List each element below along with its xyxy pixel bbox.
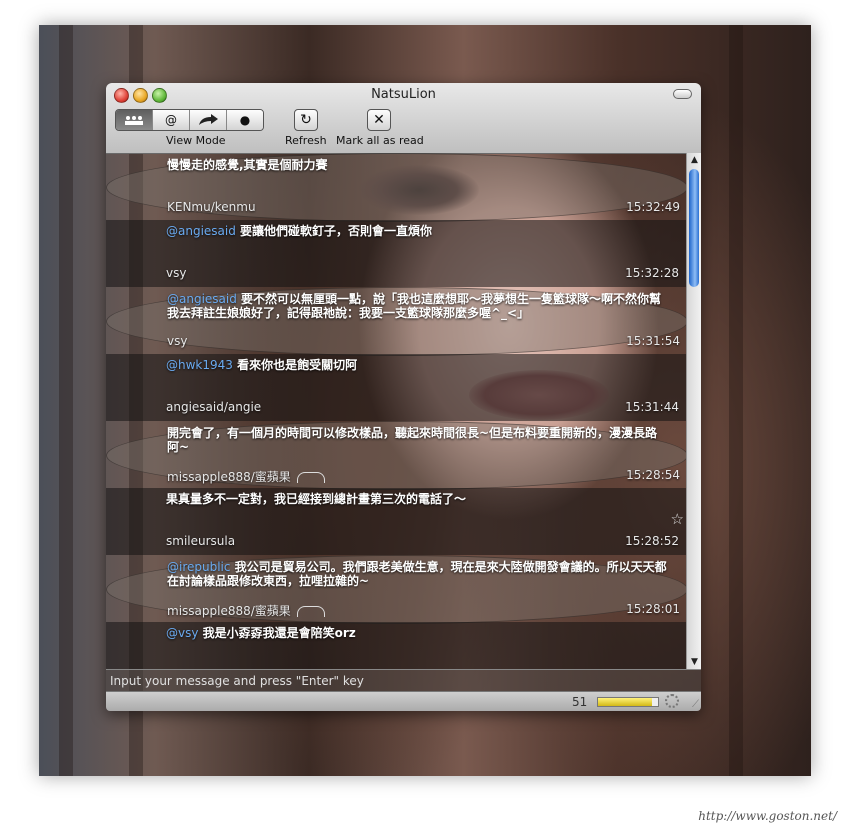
loading-spinner-icon (665, 694, 679, 708)
message-input[interactable] (108, 672, 697, 690)
refresh-button[interactable]: ↻ (294, 109, 318, 131)
mark-all-read-label: Mark all as read (336, 134, 424, 147)
status-bar: 51 ⟋ (106, 691, 701, 711)
mention-link[interactable]: @vsy (166, 626, 198, 640)
resize-grip-icon[interactable]: ⟋ (692, 699, 699, 710)
watermark: http://www.goston.net/ (698, 809, 837, 823)
list-item[interactable]: 開完會了，有一個月的時間可以修改樣品，聽起來時間很長~但是布料要重開新的，漫漫長… (106, 421, 686, 490)
timeline-list[interactable]: 慢慢走的感覺,其實是個耐力賽 KENmu/kenmu 15:32:49 @ang… (106, 153, 686, 669)
message-timestamp: 15:28:52 (625, 534, 679, 548)
list-item[interactable]: @irepublic 我公司是貿易公司。我們跟老美做生意，現在是來大陸做開發會議… (106, 555, 686, 624)
background-decoration (59, 25, 73, 776)
mention-link[interactable]: @angiesaid (166, 224, 236, 238)
message-timestamp: 15:31:54 (626, 334, 680, 348)
message-text: @irepublic 我公司是貿易公司。我們跟老美做生意，現在是來大陸做開發會議… (167, 560, 667, 588)
retweet-icon[interactable] (189, 110, 226, 130)
scroll-down-arrow-icon[interactable]: ▼ (687, 655, 701, 669)
scroll-up-arrow-icon[interactable]: ▲ (687, 153, 701, 167)
favorite-star-icon[interactable]: ☆ (671, 510, 684, 528)
message-username[interactable]: missapple888/蜜蘋果 (167, 468, 325, 485)
timeline-scrollbar[interactable]: ▲ ▼ (686, 153, 701, 669)
refresh-label: Refresh (285, 134, 327, 147)
message-body: 開完會了，有一個月的時間可以修改樣品，聽起來時間很長~但是布料要重開新的，漫漫長… (167, 426, 658, 454)
message-timestamp: 15:31:44 (625, 400, 679, 414)
message-body: 我是小孬孬我還是會陪笑orz (198, 626, 356, 640)
mention-link[interactable]: @hwk1943 (166, 358, 233, 372)
list-item[interactable]: @angiesaid 要讓他們碰軟釘子，否則會一直煩你 vsy 15:32:28 (106, 220, 686, 287)
window-titlebar: NatsuLion @ ● View Mode ↻ Refresh ✕ Mark… (106, 83, 701, 154)
message-body: 要讓他們碰軟釘子，否則會一直煩你 (235, 224, 433, 238)
toolbar-toggle-button[interactable] (673, 89, 692, 99)
avatar[interactable] (114, 162, 162, 210)
message-input-bar (106, 669, 701, 692)
avatar[interactable] (113, 228, 161, 276)
message-text: @angiesaid 要不然可以無厘頭一點，說「我也這麼想耶～我夢想生一隻籃球隊… (167, 292, 667, 320)
message-text: @angiesaid 要讓他們碰軟釘子，否則會一直煩你 (166, 224, 666, 238)
mark-read-icon: ✕ (373, 112, 385, 128)
at-icon[interactable]: @ (152, 110, 189, 130)
avatar[interactable] (114, 564, 162, 612)
friends-icon[interactable] (116, 110, 152, 130)
message-text: 慢慢走的感覺,其實是個耐力賽 (167, 158, 667, 172)
mark-all-read-button[interactable]: ✕ (367, 109, 391, 131)
refresh-icon: ↻ (300, 112, 312, 128)
avatar[interactable] (113, 496, 161, 544)
background-decoration (729, 25, 743, 776)
reply-bubble-icon (296, 606, 325, 617)
message-text: 開完會了，有一個月的時間可以修改樣品，聽起來時間很長~但是布料要重開新的，漫漫長… (167, 426, 667, 454)
message-username[interactable]: angiesaid/angie (166, 400, 261, 414)
character-meter-fill (598, 698, 652, 706)
window-title: NatsuLion (371, 87, 436, 102)
message-username[interactable]: smileursula (166, 534, 235, 548)
message-timestamp: 15:28:54 (626, 468, 680, 482)
message-username[interactable]: missapple888/蜜蘋果 (167, 602, 325, 619)
message-username[interactable]: vsy (167, 334, 187, 348)
message-username[interactable]: KENmu/kenmu (167, 200, 256, 214)
avatar[interactable] (113, 362, 161, 410)
message-timestamp: 15:28:01 (626, 602, 680, 616)
list-item[interactable]: @vsy 我是小孬孬我還是會陪笑orz (106, 622, 686, 669)
username-text: missapple888/蜜蘋果 (167, 470, 291, 484)
character-meter (597, 697, 659, 707)
scrollbar-thumb[interactable] (689, 169, 699, 287)
message-text: @vsy 我是小孬孬我還是會陪笑orz (166, 626, 666, 640)
message-body: 果真量多不一定對，我已經接到總計畫第三次的電話了～ (166, 492, 467, 506)
avatar[interactable] (114, 430, 162, 478)
list-item[interactable]: 慢慢走的感覺,其實是個耐力賽 KENmu/kenmu 15:32:49 (106, 153, 686, 222)
username-text: missapple888/蜜蘋果 (167, 604, 291, 618)
avatar[interactable] (114, 296, 162, 344)
message-body: 看來你也是飽受關切阿 (232, 358, 358, 372)
message-body: 我公司是貿易公司。我們跟老美做生意，現在是來大陸做開發會議的。所以天天都在討論樣… (167, 560, 667, 588)
message-body: 慢慢走的感覺,其實是個耐力賽 (167, 158, 328, 172)
message-text: 果真量多不一定對，我已經接到總計畫第三次的電話了～ (166, 492, 666, 506)
character-count: 51 (572, 695, 588, 709)
mention-link[interactable]: @angiesaid (167, 292, 237, 306)
message-body: 要不然可以無厘頭一點，說「我也這麼想耶～我夢想生一隻籃球隊～啊不然你幫我去拜註生… (167, 292, 662, 320)
dot-icon[interactable]: ● (226, 110, 263, 130)
list-item[interactable]: 果真量多不一定對，我已經接到總計畫第三次的電話了～ ☆ smileursula … (106, 488, 686, 555)
reply-bubble-icon (296, 472, 325, 483)
list-item[interactable]: @hwk1943 看來你也是飽受關切阿 angiesaid/angie 15:3… (106, 354, 686, 421)
view-mode-segmented-control[interactable]: @ ● (115, 109, 264, 131)
message-username[interactable]: vsy (166, 266, 186, 280)
app-window: NatsuLion @ ● View Mode ↻ Refresh ✕ Mark… (106, 83, 701, 711)
avatar[interactable] (113, 630, 161, 669)
list-item[interactable]: @angiesaid 要不然可以無厘頭一點，說「我也這麼想耶～我夢想生一隻籃球隊… (106, 287, 686, 356)
view-mode-label: View Mode (166, 134, 226, 147)
message-timestamp: 15:32:28 (625, 266, 679, 280)
message-timestamp: 15:32:49 (626, 200, 680, 214)
mention-link[interactable]: @irepublic (167, 560, 231, 574)
message-text: @hwk1943 看來你也是飽受關切阿 (166, 358, 666, 372)
